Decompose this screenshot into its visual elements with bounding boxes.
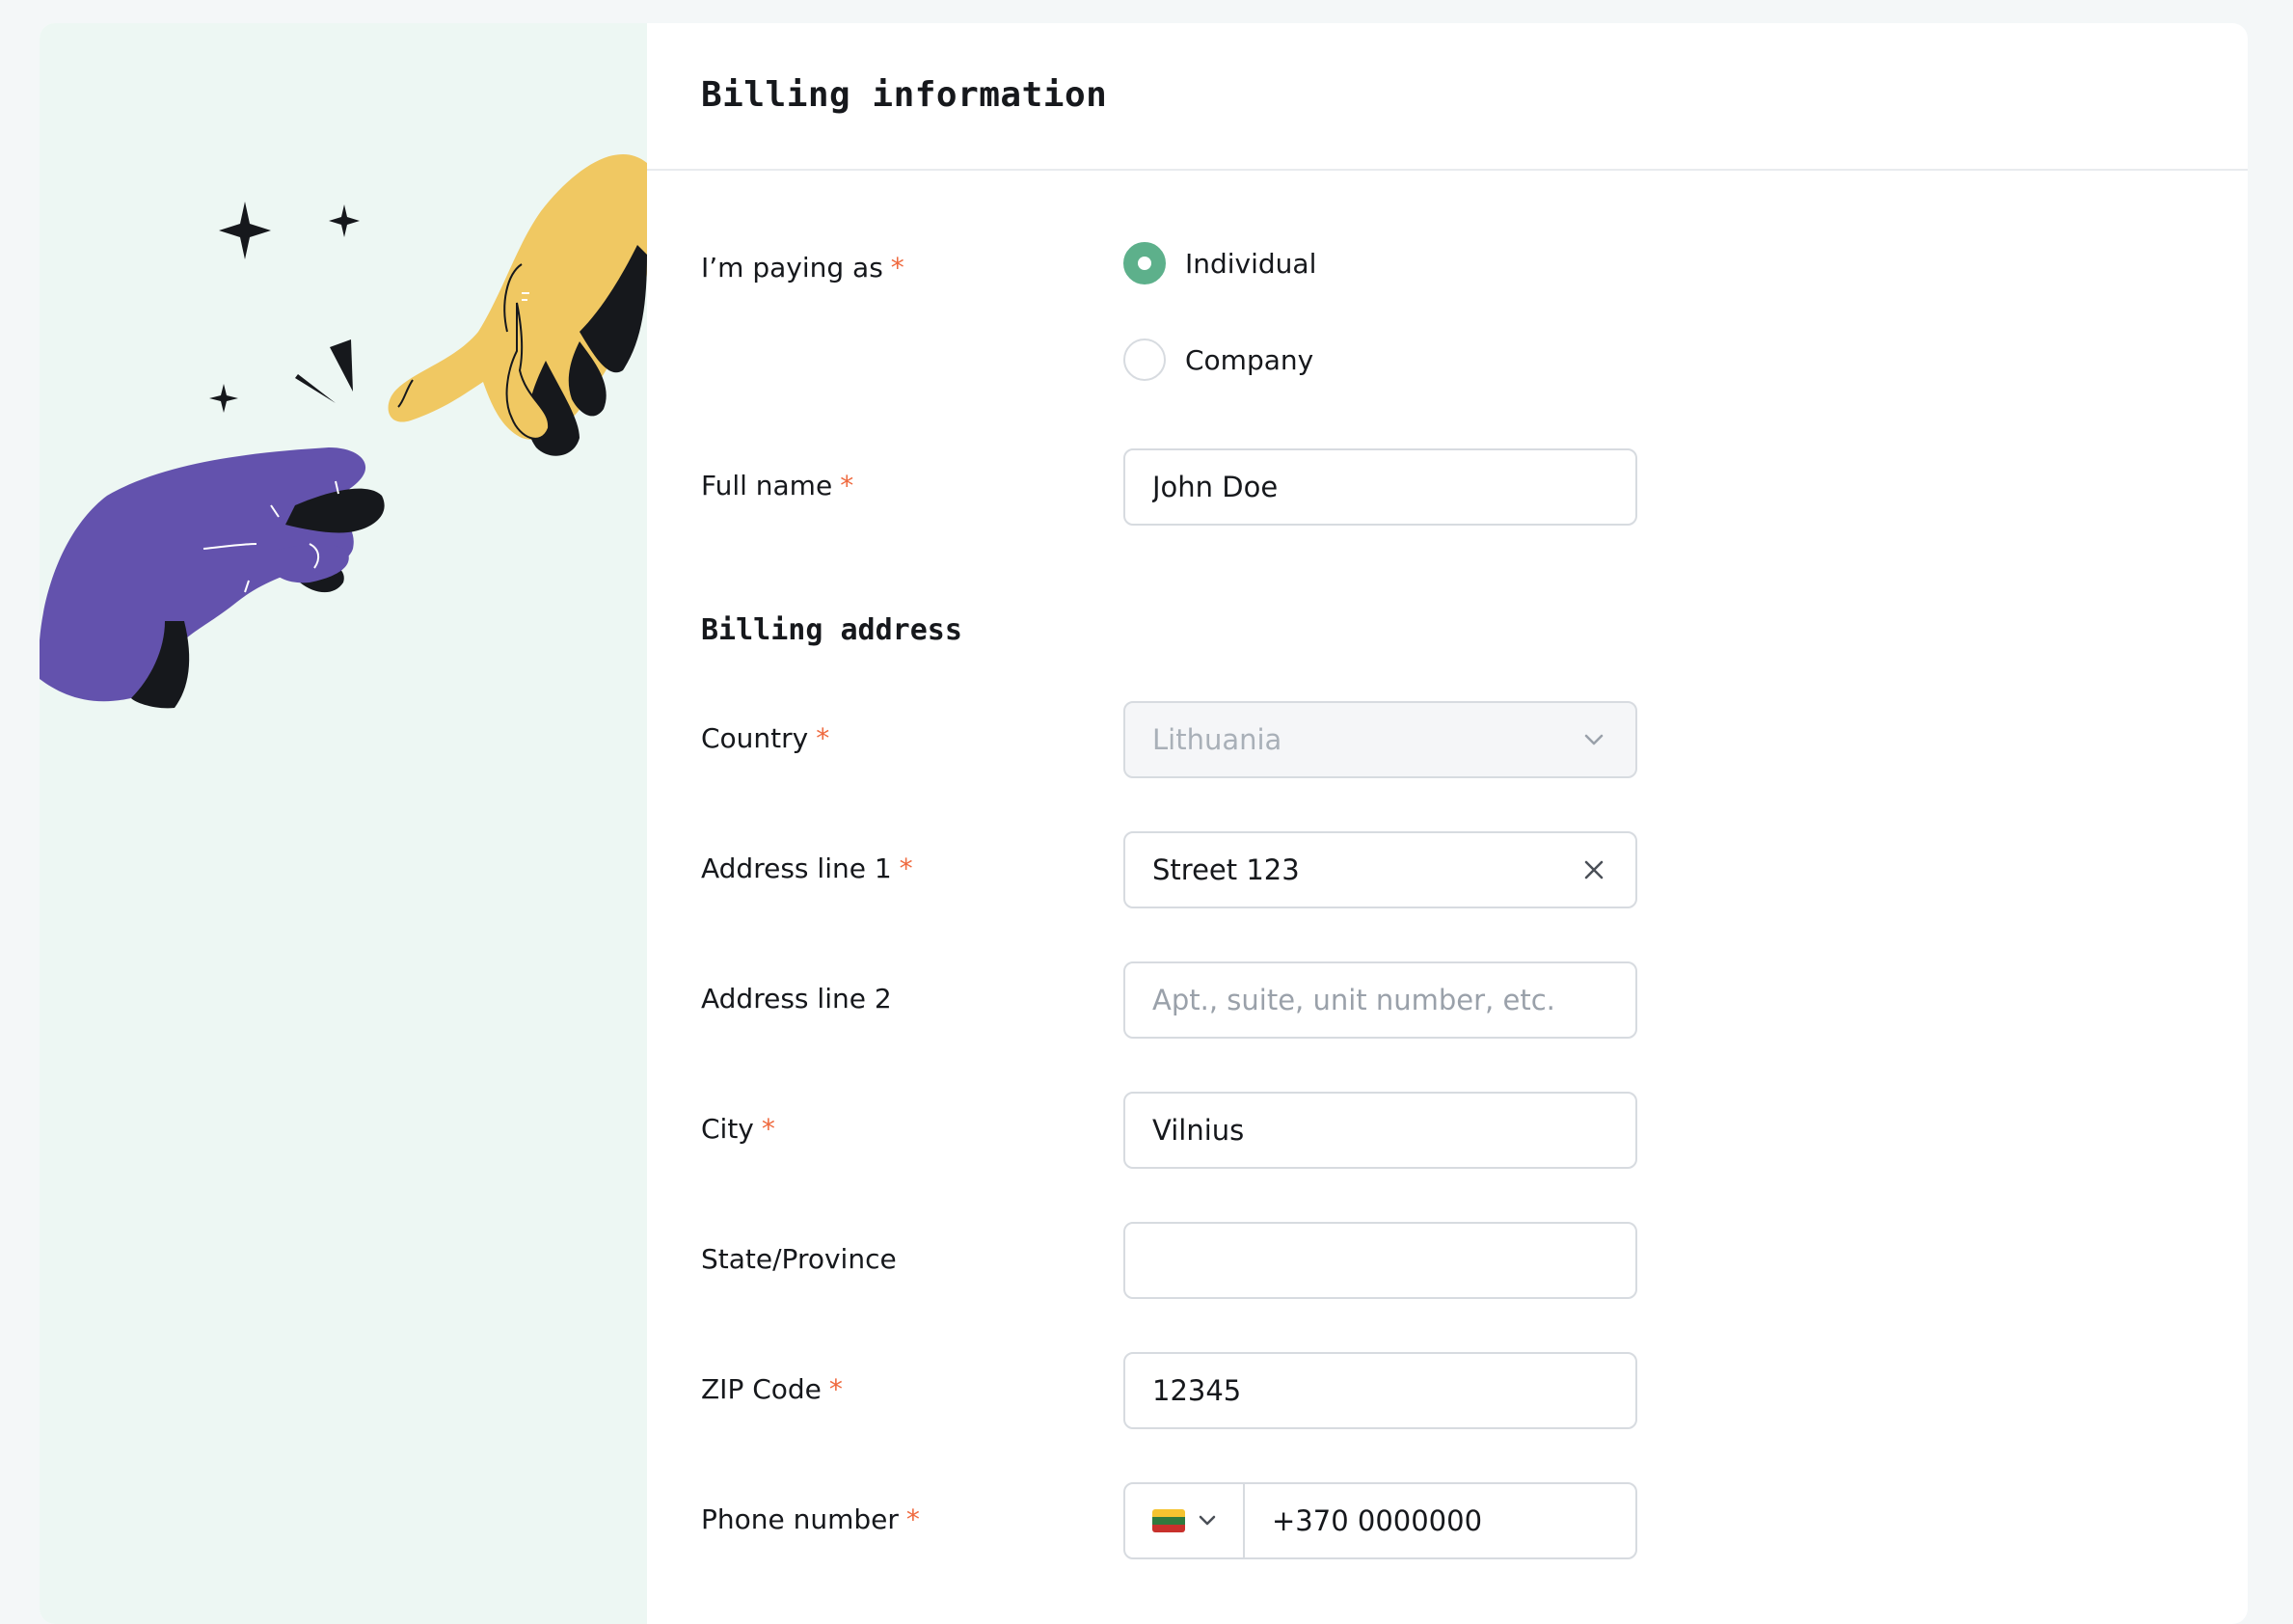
- full-name-label: Full name *: [701, 470, 854, 501]
- address-line-2-input[interactable]: Apt., suite, unit number, etc.: [1123, 961, 1637, 1039]
- country-select[interactable]: Lithuania: [1123, 701, 1637, 778]
- zip-code-input[interactable]: 12345: [1123, 1352, 1637, 1429]
- radio-option-company[interactable]: Company: [1123, 337, 1316, 383]
- form-header: Billing information: [647, 23, 2248, 171]
- section-title-billing-address: Billing address: [701, 613, 962, 647]
- radio-label-individual: Individual: [1185, 247, 1317, 280]
- radio-label-company: Company: [1185, 343, 1314, 376]
- billing-form: Billing information I’m paying as * Indiv…: [647, 23, 2248, 1624]
- chevron-down-icon: [1199, 1512, 1216, 1530]
- country-code-select[interactable]: [1125, 1484, 1245, 1557]
- address-line-1-input[interactable]: Street 123: [1123, 831, 1637, 908]
- paying-as-radio-group: Individual Company: [1123, 240, 1316, 383]
- phone-number-label: Phone number *: [701, 1503, 920, 1535]
- city-label: City *: [701, 1113, 775, 1145]
- city-input[interactable]: Vilnius: [1123, 1092, 1637, 1169]
- paying-as-label: I’m paying as *: [701, 252, 904, 284]
- full-name-input[interactable]: John Doe: [1123, 448, 1637, 526]
- illustration-panel: [40, 23, 647, 1624]
- sparkle-icon: [329, 204, 360, 237]
- radio-company[interactable]: [1123, 338, 1166, 381]
- address-line-2-placeholder: Apt., suite, unit number, etc.: [1152, 984, 1555, 1016]
- required-marker: *: [816, 722, 830, 754]
- radio-option-individual[interactable]: Individual: [1123, 240, 1316, 286]
- zip-code-label: ZIP Code *: [701, 1373, 843, 1405]
- required-marker: *: [905, 1503, 920, 1535]
- country-label: Country *: [701, 722, 830, 754]
- chevron-down-icon: [1579, 725, 1608, 754]
- phone-number-field: +370 0000000: [1123, 1482, 1637, 1559]
- billing-card: Billing information I’m paying as * Indiv…: [40, 23, 2248, 1624]
- sparkle-icon: [209, 384, 238, 413]
- address-line-1-label: Address line 1 *: [701, 853, 913, 884]
- state-province-input[interactable]: [1123, 1222, 1637, 1299]
- clear-icon[interactable]: [1579, 855, 1608, 884]
- radio-individual[interactable]: [1123, 242, 1166, 284]
- address-line-2-label: Address line 2: [701, 983, 892, 1015]
- required-marker: *: [828, 1373, 843, 1405]
- reaching-hands-illustration: [40, 153, 647, 709]
- page-title: Billing information: [701, 75, 1108, 115]
- required-marker: *: [899, 853, 913, 884]
- state-province-label: State/Province: [701, 1243, 897, 1275]
- required-marker: *: [761, 1113, 775, 1145]
- sparkle-icon: [219, 202, 271, 259]
- phone-number-input[interactable]: +370 0000000: [1245, 1484, 1635, 1557]
- required-marker: *: [890, 252, 904, 284]
- lithuania-flag-icon: [1152, 1509, 1185, 1532]
- required-marker: *: [840, 470, 854, 501]
